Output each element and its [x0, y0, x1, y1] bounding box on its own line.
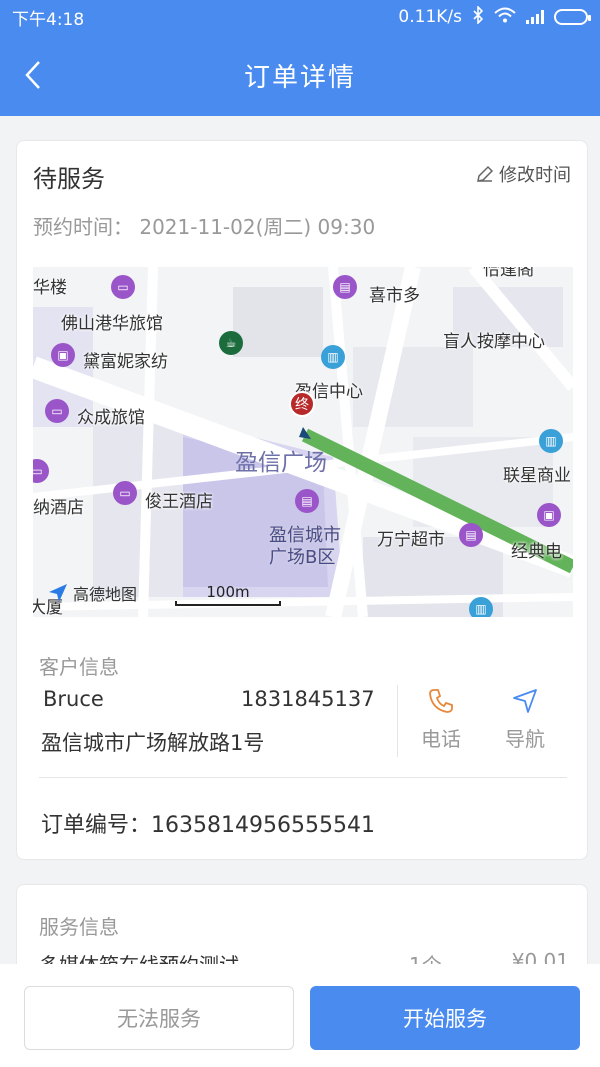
customer-address: 盈信城市广场解放路1号: [41, 731, 265, 755]
map-scale-label: 100m: [206, 583, 250, 601]
page-title: 订单详情: [243, 62, 356, 93]
hotel-poi-icon: ▭: [113, 481, 137, 505]
order-status: 待服务: [33, 165, 105, 193]
amap-logo-text: 高德地图: [73, 585, 138, 604]
phone-icon: [429, 689, 453, 713]
bottom-action-bar: 无法服务 开始服务: [0, 964, 600, 1067]
map-label: 纳酒店: [33, 498, 84, 518]
wifi-icon: [494, 7, 516, 28]
supermarket-poi-icon: ▤: [459, 523, 483, 547]
horizontal-divider: [39, 777, 567, 778]
call-label: 电话: [421, 727, 461, 751]
modify-time-button[interactable]: 修改时间: [475, 161, 571, 187]
status-bar: 下午4:18 0.11K/s: [0, 0, 600, 34]
order-number-row: 订单编号：1635814956555541: [41, 807, 375, 839]
service-section-label: 服务信息: [39, 915, 119, 939]
destination-marker: 终: [289, 391, 315, 417]
decline-service-button[interactable]: 无法服务: [24, 986, 294, 1050]
navigation-icon: [513, 689, 537, 713]
building-poi-icon: ▥: [539, 429, 563, 453]
map-label: 联星商业: [503, 466, 571, 486]
back-button[interactable]: [18, 60, 48, 90]
store-poi-icon: ▣: [51, 343, 75, 367]
call-button[interactable]: 电话: [411, 687, 471, 752]
appointment-row: 预约时间： 2021-11-02(周二) 09:30: [33, 211, 375, 240]
hotel-poi-icon: ▭: [111, 275, 135, 299]
store-poi-icon: ▣: [537, 503, 561, 527]
shop-poi-icon: ▤: [333, 275, 357, 299]
customer-name: Bruce: [43, 687, 104, 711]
map-label: 恰逢阁: [483, 267, 534, 280]
order-card: 待服务 修改时间 预约时间： 2021-11-02(周二) 09:30 ▭ ▤ …: [16, 140, 588, 860]
map-label: 黛富妮家纺: [83, 352, 168, 372]
order-number-label: 订单编号：: [41, 813, 152, 838]
navigate-label: 导航: [505, 727, 545, 751]
building-poi-icon: ▥: [321, 345, 345, 369]
order-number-value: 1635814956555541: [151, 813, 375, 838]
map-label: 广场B区: [269, 547, 336, 568]
vertical-divider: [397, 685, 398, 757]
customer-phone: 1831845137: [241, 687, 375, 711]
modify-time-label: 修改时间: [499, 165, 571, 186]
battery-icon: [554, 9, 591, 25]
customer-section-label: 客户信息: [39, 655, 119, 679]
map-label: 俊王酒店: [145, 492, 213, 512]
appointment-label: 预约时间：: [33, 215, 133, 239]
map-label: 经典电: [511, 542, 562, 562]
chevron-left-icon: [25, 61, 40, 89]
shopping-poi-icon: ▤: [295, 489, 319, 513]
map-label: 盈信广场: [235, 450, 327, 476]
pencil-icon: [477, 165, 494, 182]
map-scale-bar: [175, 601, 281, 606]
bluetooth-icon: [472, 4, 484, 29]
nav-bar: 订单详情: [0, 34, 600, 116]
navigate-button[interactable]: 导航: [495, 687, 555, 752]
map-label: 众成旅馆: [77, 408, 145, 428]
building-poi-icon: ▥: [469, 597, 493, 617]
amap-logo: 高德地图: [47, 581, 137, 605]
map-label: 佛山港华旅馆: [61, 314, 163, 334]
hotel-poi-icon: ▭: [45, 399, 69, 423]
map-label: 万宁超市: [377, 530, 445, 550]
status-time: 下午4:18: [12, 9, 85, 30]
start-service-button[interactable]: 开始服务: [310, 986, 580, 1050]
signal-icon: [526, 10, 544, 24]
network-speed: 0.11K/s: [398, 7, 462, 27]
amap-logo-icon: [49, 584, 67, 602]
map-label: 盲人按摩中心: [443, 332, 545, 352]
route-map[interactable]: ▭ ▤ ▣ ☕ ▥ ▭ ▭ ▤ ▤ ▥ ▣ ▥ ▭ 华楼 佛山港华旅馆 黛富妮家…: [33, 267, 573, 617]
map-label: 华楼: [33, 278, 67, 298]
map-label: 喜市多: [369, 286, 420, 306]
status-indicators: 0.11K/s: [398, 4, 591, 29]
cafe-poi-icon: ☕: [219, 331, 243, 355]
appointment-value: 2021-11-02(周二) 09:30: [139, 215, 376, 239]
